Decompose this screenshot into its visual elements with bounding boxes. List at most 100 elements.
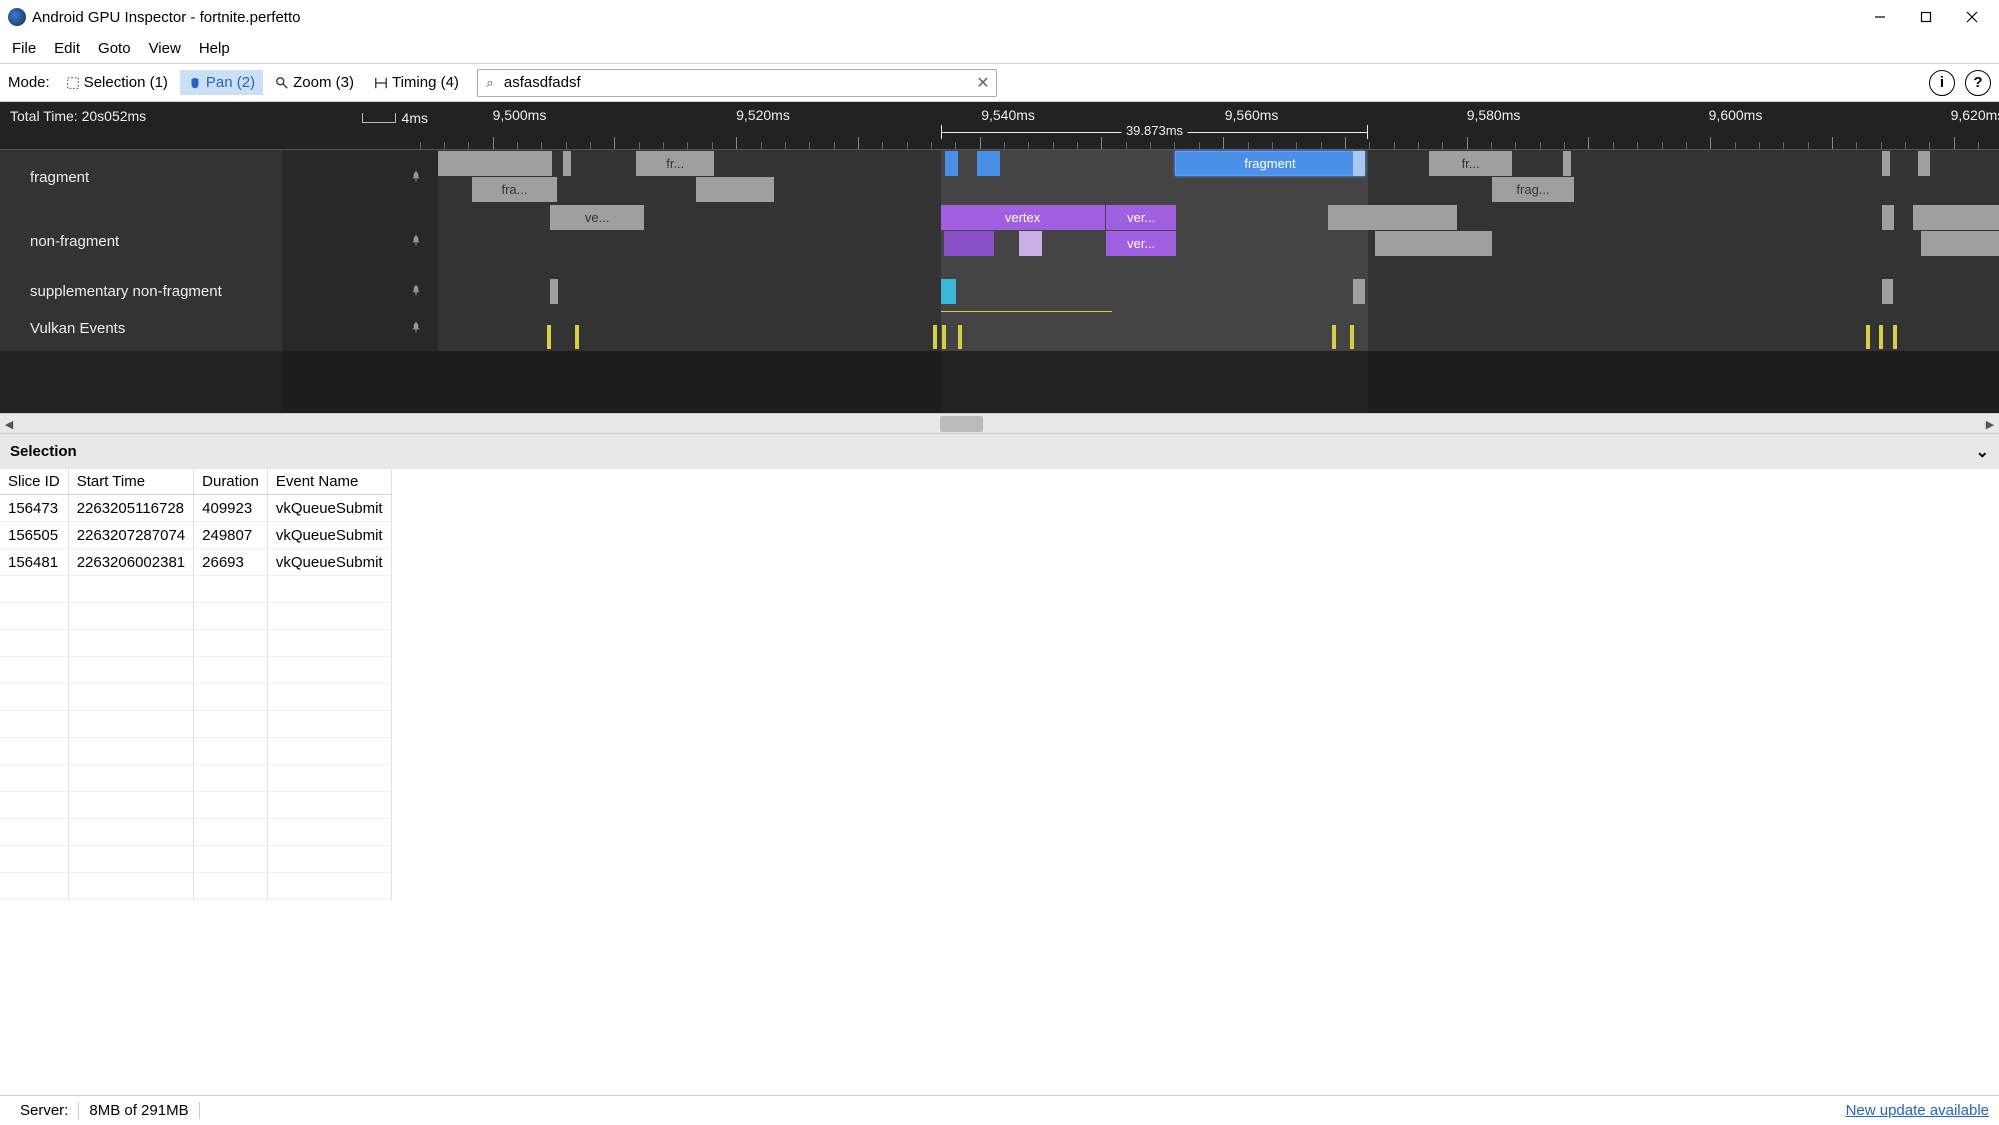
slice[interactable] [563, 151, 571, 176]
timeline-ruler[interactable]: Total Time: 20s052ms 4ms 39.873ms 9,500m… [0, 102, 1999, 149]
help-icon: ? [1973, 74, 1982, 91]
tick-label: 9,620ms [1951, 107, 1999, 123]
slice[interactable] [945, 151, 957, 176]
menu-help[interactable]: Help [191, 36, 238, 61]
slice[interactable] [1563, 151, 1571, 176]
vulkan-event[interactable] [1893, 325, 1897, 349]
selection-header[interactable]: Selection ⌄ [0, 433, 1999, 469]
slice[interactable] [1882, 205, 1894, 230]
slice[interactable] [977, 151, 1000, 176]
menu-edit[interactable]: Edit [46, 36, 88, 61]
vulkan-event[interactable] [575, 325, 579, 349]
slice[interactable]: fr... [636, 151, 714, 176]
slice[interactable] [1918, 151, 1930, 176]
timeline-empty-lane [0, 351, 1999, 413]
table-row[interactable]: 1565052263207287074249807vkQueueSubmit [0, 522, 391, 549]
info-button[interactable]: i [1929, 70, 1955, 96]
slice[interactable] [1921, 231, 1999, 256]
timeline-hscrollbar[interactable]: ◀ ▶ [0, 413, 1999, 433]
slice[interactable] [1882, 279, 1893, 304]
slice[interactable] [1353, 279, 1365, 304]
track-lane[interactable] [438, 305, 1999, 351]
minimize-button[interactable] [1857, 0, 1903, 34]
column-header[interactable]: Duration [194, 469, 268, 495]
table-row[interactable]: 1564732263205116728409923vkQueueSubmit [0, 495, 391, 522]
table-row[interactable]: 156481226320600238126693vkQueueSubmit [0, 549, 391, 576]
slice[interactable] [941, 279, 957, 304]
vulkan-event[interactable] [958, 325, 962, 349]
table-row [0, 792, 391, 819]
slice[interactable]: fragment [1175, 151, 1365, 176]
slice[interactable]: ver... [1106, 231, 1176, 256]
mode-selection[interactable]: Selection (1) [58, 70, 176, 95]
slice[interactable]: ve... [550, 205, 644, 230]
scroll-left-icon[interactable]: ◀ [0, 414, 18, 434]
clear-search-icon[interactable]: ✕ [976, 73, 996, 93]
menu-bar: File Edit Goto View Help [0, 34, 1999, 64]
vulkan-event[interactable] [1332, 325, 1336, 349]
column-header[interactable]: Start Time [68, 469, 193, 495]
pin-icon[interactable] [410, 283, 422, 300]
mode-timing[interactable]: Timing (4) [366, 70, 467, 95]
scroll-thumb[interactable] [940, 416, 984, 432]
selection-icon [66, 76, 80, 90]
chevron-down-icon[interactable]: ⌄ [1976, 442, 1989, 462]
track-lane[interactable]: fra...fr...fragmentfr...frag...fragment [438, 150, 1999, 204]
slice[interactable]: vertex [1913, 205, 1999, 230]
vulkan-event[interactable] [1866, 325, 1870, 349]
timeline-tracks[interactable]: fragmentfra...fr...fragmentfr...frag...f… [0, 149, 1999, 351]
slice[interactable] [438, 151, 550, 176]
vulkan-event[interactable] [547, 325, 551, 349]
mode-zoom[interactable]: Zoom (3) [267, 70, 362, 95]
zoom-icon [275, 76, 289, 90]
track-lane[interactable]: ve...vertexver...ver...vertex [438, 204, 1999, 278]
mode-label: Mode: [8, 74, 54, 91]
scroll-right-icon[interactable]: ▶ [1981, 414, 1999, 434]
search-input[interactable] [498, 70, 976, 96]
slice[interactable] [696, 177, 774, 202]
track-lane[interactable] [438, 278, 1999, 305]
ruler-ticks[interactable]: 39.873ms 9,500ms9,520ms9,540ms9,560ms9,5… [438, 102, 1999, 149]
help-button[interactable]: ? [1965, 70, 1991, 96]
pin-icon[interactable] [410, 233, 422, 250]
slice[interactable] [1353, 151, 1365, 176]
slice[interactable] [1019, 231, 1042, 256]
track-label: supplementary non-fragment [0, 278, 438, 305]
menu-view[interactable]: View [141, 36, 189, 61]
slice[interactable] [1328, 205, 1458, 230]
slice[interactable] [1375, 231, 1492, 256]
mode-pan[interactable]: Pan (2) [180, 70, 263, 95]
vulkan-event[interactable] [933, 325, 937, 349]
slice[interactable]: ver... [1106, 205, 1176, 230]
search-box[interactable]: ⌕ ✕ [477, 69, 997, 97]
tick-label: 9,500ms [493, 107, 547, 123]
measure-label: 39.873ms [1122, 123, 1187, 138]
table-row [0, 819, 391, 846]
slice[interactable]: fr... [1429, 151, 1512, 176]
slice[interactable]: vertex [941, 205, 1105, 230]
vulkan-event[interactable] [1879, 325, 1883, 349]
menu-file[interactable]: File [4, 36, 44, 61]
hand-icon [188, 76, 202, 90]
column-header[interactable]: Event Name [267, 469, 391, 495]
timeline[interactable]: Total Time: 20s052ms 4ms 39.873ms 9,500m… [0, 102, 1999, 433]
slice[interactable]: fra... [472, 177, 556, 202]
pin-icon[interactable] [410, 320, 422, 337]
vulkan-event[interactable] [942, 325, 946, 349]
maximize-button[interactable] [1903, 0, 1949, 34]
search-icon: ⌕ [482, 75, 498, 91]
vulkan-event[interactable] [1350, 325, 1354, 349]
column-header[interactable]: Slice ID [0, 469, 68, 495]
update-available-link[interactable]: New update available [1846, 1102, 1989, 1119]
slice[interactable] [550, 279, 558, 304]
slice[interactable] [544, 151, 552, 176]
slice[interactable]: frag... [1492, 177, 1575, 202]
slice[interactable] [944, 231, 994, 256]
menu-goto[interactable]: Goto [90, 36, 139, 61]
slice[interactable] [1882, 151, 1890, 176]
pin-icon[interactable] [410, 169, 422, 186]
close-button[interactable] [1949, 0, 1995, 34]
window-title: Android GPU Inspector - fortnite.perfett… [32, 9, 300, 26]
track-label: Vulkan Events [0, 305, 438, 351]
mode-zoom-label: Zoom (3) [293, 74, 354, 91]
